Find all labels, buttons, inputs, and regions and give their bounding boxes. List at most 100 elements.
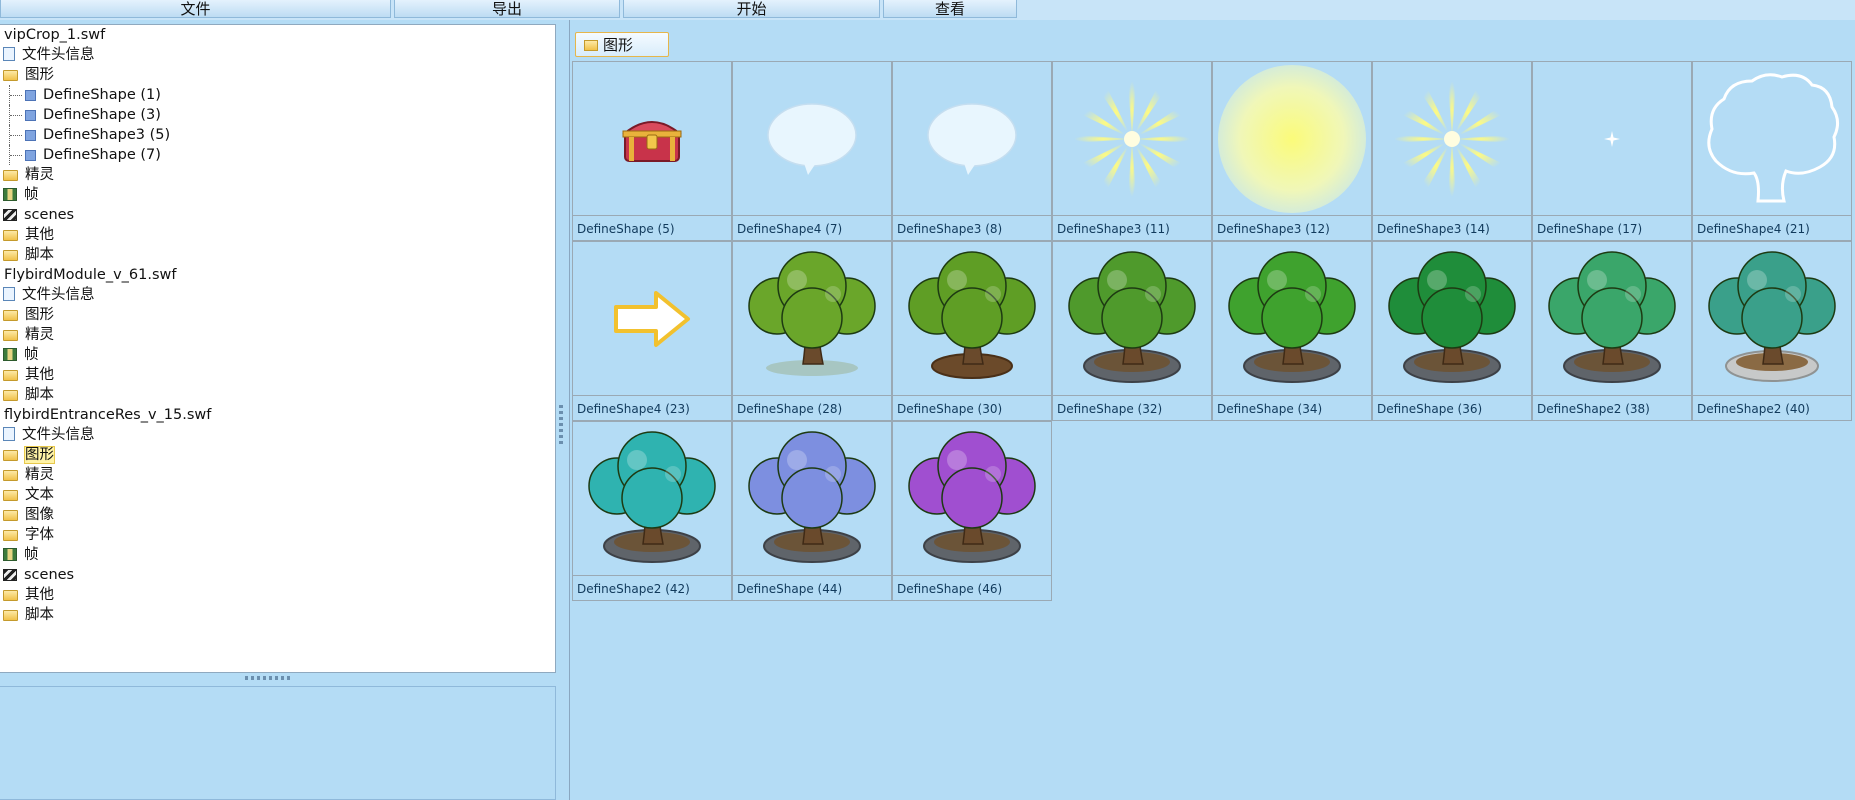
tree-node[interactable]: 帧 <box>0 345 555 365</box>
shape-caption: DefineShape (17) <box>1533 215 1691 240</box>
folder-icon <box>3 230 18 241</box>
shape-icon <box>25 90 36 101</box>
tree-node[interactable]: 文件头信息 <box>0 45 555 65</box>
shape-thumbnail[interactable]: DefineShape (36) <box>1372 241 1532 421</box>
resource-tree[interactable]: vipCrop_1.swf 文件头信息 图形 DefineShape (1) Defin… <box>0 24 556 673</box>
tree-icon <box>893 422 1051 575</box>
tree-node[interactable]: scenes <box>0 565 555 585</box>
tree-node[interactable]: 图像 <box>0 505 555 525</box>
shape-caption: DefineShape (36) <box>1373 395 1531 420</box>
tree-node[interactable]: 精灵 <box>0 325 555 345</box>
tree-node-label: 其他 <box>25 227 54 243</box>
shape-caption: DefineShape4 (7) <box>733 215 891 240</box>
tree-node-label: 图形 <box>24 446 55 464</box>
tree-node[interactable]: DefineShape (3) <box>0 105 555 125</box>
menu-view-button[interactable]: 查看 <box>883 0 1017 18</box>
tree-node[interactable]: DefineShape3 (5) <box>0 125 555 145</box>
shape-thumbnail[interactable]: DefineShape (44) <box>732 421 892 601</box>
shape-thumbnail[interactable]: DefineShape (28) <box>732 241 892 421</box>
shape-thumbnail[interactable]: DefineShape (32) <box>1052 241 1212 421</box>
tree-node[interactable]: 帧 <box>0 185 555 205</box>
tree-node[interactable]: 文件头信息 <box>0 285 555 305</box>
folder-icon <box>3 170 18 181</box>
shape-thumbnail[interactable]: DefineShape (34) <box>1212 241 1372 421</box>
tree-file-node[interactable]: FlybirdModule_v_61.swf <box>0 265 555 285</box>
shape-thumbnail[interactable]: DefineShape (30) <box>892 241 1052 421</box>
tree-node[interactable]: 文本 <box>0 485 555 505</box>
shape-caption: DefineShape2 (38) <box>1533 395 1691 420</box>
shape-thumbnail[interactable]: DefineShape4 (7) <box>732 61 892 241</box>
shape-caption: DefineShape (32) <box>1053 395 1211 420</box>
tree-node[interactable]: 脚本 <box>0 245 555 265</box>
tree-node-label: 图形 <box>25 307 54 323</box>
shape-caption: DefineShape4 (23) <box>573 395 731 420</box>
shape-thumbnail[interactable]: DefineShape3 (8) <box>892 61 1052 241</box>
tree-node-label: scenes <box>24 207 75 223</box>
shape-thumbnail[interactable]: DefineShape3 (11) <box>1052 61 1212 241</box>
document-icon <box>3 427 15 441</box>
tree-icon <box>573 422 731 575</box>
panel-divider <box>569 20 570 800</box>
tree-node-label: flybirdEntranceRes_v_15.swf <box>4 407 212 423</box>
tree-node-label: 帧 <box>24 347 39 363</box>
tree-node-label: 脚本 <box>25 247 54 263</box>
shape-caption: DefineShape3 (8) <box>893 215 1051 240</box>
shape-caption: DefineShape (44) <box>733 575 891 600</box>
speech-bubble-icon <box>733 62 891 215</box>
tree-node[interactable]: 图形 <box>0 305 555 325</box>
tree-node[interactable]: 脚本 <box>0 605 555 625</box>
shape-thumbnail[interactable]: DefineShape2 (40) <box>1692 241 1852 421</box>
tree-file-node[interactable]: flybirdEntranceRes_v_15.swf <box>0 405 555 425</box>
shape-thumbnail[interactable]: DefineShape (46) <box>892 421 1052 601</box>
shape-caption: DefineShape (5) <box>573 215 731 240</box>
folder-icon <box>3 510 18 521</box>
tree-icon <box>1373 242 1531 395</box>
tree-node[interactable]: 其他 <box>0 225 555 245</box>
tree-node[interactable]: 其他 <box>0 585 555 605</box>
tree-node[interactable]: scenes <box>0 205 555 225</box>
speech-bubble-icon <box>893 62 1051 215</box>
tree-node[interactable]: DefineShape (7) <box>0 145 555 165</box>
menu-start-button[interactable]: 开始 <box>623 0 880 18</box>
tree-node[interactable]: 图形 <box>0 445 555 465</box>
tree-node[interactable]: 精灵 <box>0 165 555 185</box>
horizontal-splitter-grip[interactable] <box>559 405 563 445</box>
shape-thumbnail[interactable]: DefineShape4 (23) <box>572 241 732 421</box>
tree-node[interactable]: 文件头信息 <box>0 425 555 445</box>
tree-node-label: 帧 <box>24 187 39 203</box>
frame-icon <box>3 548 17 561</box>
tree-node-label: DefineShape (7) <box>43 147 161 163</box>
menu-export-button[interactable]: 导出 <box>394 0 620 18</box>
shape-thumbnail[interactable]: DefineShape2 (38) <box>1532 241 1692 421</box>
tree-node[interactable]: 其他 <box>0 365 555 385</box>
tree-node-label: 精灵 <box>25 467 54 483</box>
tree-node[interactable]: DefineShape (1) <box>0 85 555 105</box>
shape-thumbnail[interactable]: DefineShape2 (42) <box>572 421 732 601</box>
tree-node-label: DefineShape3 (5) <box>43 127 171 143</box>
tab-shapes[interactable]: 图形 <box>575 32 669 57</box>
tree-icon <box>893 242 1051 395</box>
vertical-splitter-grip[interactable] <box>245 676 293 680</box>
tree-node-label: 文件头信息 <box>22 287 95 303</box>
shape-thumbnail[interactable]: DefineShape4 (21) <box>1692 61 1852 241</box>
document-icon <box>3 47 15 61</box>
tree-connector <box>9 85 22 105</box>
tree-node[interactable]: 精灵 <box>0 465 555 485</box>
shape-thumbnail[interactable]: DefineShape3 (14) <box>1372 61 1532 241</box>
tree-node[interactable]: 图形 <box>0 65 555 85</box>
tree-node-label: 其他 <box>25 587 54 603</box>
menu-file-button[interactable]: 文件 <box>0 0 391 18</box>
shape-caption: DefineShape2 (40) <box>1693 395 1851 420</box>
glow-circle-icon <box>1213 62 1371 215</box>
frame-icon <box>3 188 17 201</box>
tree-node[interactable]: 帧 <box>0 545 555 565</box>
shape-thumbnail[interactable]: DefineShape3 (12) <box>1212 61 1372 241</box>
shape-thumbnail[interactable]: DefineShape (5) <box>572 61 732 241</box>
tree-node[interactable]: 字体 <box>0 525 555 545</box>
folder-icon <box>3 590 18 601</box>
tree-node[interactable]: 脚本 <box>0 385 555 405</box>
shape-thumbnail[interactable]: DefineShape (17) <box>1532 61 1692 241</box>
tree-icon <box>1213 242 1371 395</box>
tree-file-node[interactable]: vipCrop_1.swf <box>0 25 555 45</box>
tree-node-label: 精灵 <box>25 167 54 183</box>
